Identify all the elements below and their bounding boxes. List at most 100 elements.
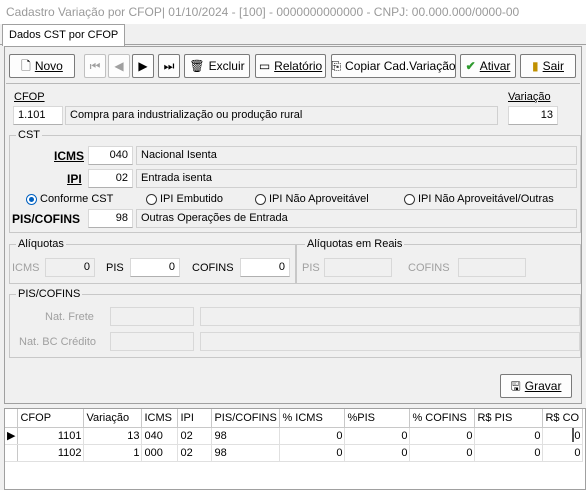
- cfop-code-field[interactable]: 1.101: [13, 106, 63, 125]
- reais-pis-label: PIS: [302, 262, 320, 274]
- radio-indicator: [404, 193, 415, 205]
- col-header-pct-icms[interactable]: % ICMS: [279, 409, 346, 428]
- novo-button[interactable]: 🗋 Novo: [9, 54, 75, 78]
- copy-icon: ⎘: [331, 59, 342, 73]
- icms-cst-field[interactable]: 040: [88, 146, 133, 165]
- cell-rs-pis[interactable]: 0: [474, 427, 544, 445]
- novo-label: Novo: [34, 59, 63, 73]
- aliq-icms-field: 0: [45, 258, 95, 277]
- last-icon: ⏭: [163, 59, 175, 73]
- nat-bc-credito-code-field: [110, 332, 194, 351]
- cell-variacao[interactable]: 1: [83, 444, 143, 462]
- piscofins-cst-field[interactable]: 98: [88, 209, 133, 228]
- cell-rs-cofins[interactable]: 0: [542, 427, 584, 445]
- cell-variacao[interactable]: 13: [83, 427, 143, 445]
- prior-icon: ◀: [114, 59, 124, 73]
- aliquotas-group-label: Alíquotas: [16, 238, 66, 250]
- col-header-piscofins[interactable]: PIS/COFINS: [211, 409, 281, 428]
- radio-indicator: [146, 193, 157, 205]
- ativar-label: Ativar: [479, 59, 511, 73]
- cell-pct-icms[interactable]: 0: [279, 427, 346, 445]
- icms-cst-description: Nacional Isenta: [136, 146, 577, 165]
- variacoes-grid[interactable]: CFOP Variação ICMS IPI PIS/COFINS % ICMS…: [4, 408, 586, 490]
- radio-ipi-embutido[interactable]: IPI Embutido: [146, 193, 223, 205]
- cell-icms[interactable]: 040: [141, 427, 179, 445]
- table-row[interactable]: 1102 1 000 02 98 0 0 0 0 0: [5, 444, 584, 462]
- cell-pct-cofins[interactable]: 0: [409, 444, 476, 462]
- cell-piscofins[interactable]: 98: [211, 444, 281, 462]
- last-record-button[interactable]: ⏭: [158, 54, 180, 78]
- toolbar-separator: [6, 83, 580, 84]
- radio-ipi-nao-aproveitavel-outras[interactable]: IPI Não Aproveitável/Outras: [404, 193, 554, 205]
- radio-ipi-nao-aproveitavel-label: IPI Não Aproveitável: [269, 193, 369, 205]
- cell-pct-cofins[interactable]: 0: [409, 427, 476, 445]
- col-header-pct-cofins[interactable]: % COFINS: [409, 409, 476, 428]
- radio-conforme-cst-label: Conforme CST: [40, 193, 114, 205]
- grid-scrollbar-thumb[interactable]: [572, 428, 574, 442]
- tab-dados-cst[interactable]: Dados CST por CFOP: [2, 24, 126, 46]
- ipi-cst-description: Entrada isenta: [136, 169, 577, 188]
- current-row-indicator-icon: ▶: [5, 427, 19, 445]
- col-header-cfop[interactable]: CFOP: [17, 409, 85, 428]
- col-header-rs-cofins[interactable]: R$ CO: [542, 409, 584, 428]
- ipi-label: IPI: [67, 172, 82, 186]
- check-icon: ✔: [465, 59, 476, 73]
- prior-record-button[interactable]: ◀: [108, 54, 130, 78]
- cst-group-label: CST: [16, 129, 42, 141]
- col-header-rs-pis[interactable]: R$ PIS: [474, 409, 544, 428]
- excluir-button[interactable]: 🗑 Excluir: [184, 54, 250, 78]
- gravar-button[interactable]: 🖫 Gravar: [500, 374, 572, 398]
- cell-cfop[interactable]: 1102: [17, 444, 85, 462]
- cell-icms[interactable]: 000: [141, 444, 179, 462]
- cell-cfop[interactable]: 1101: [17, 427, 85, 445]
- copiar-label: Copiar Cad.Variação: [345, 59, 456, 73]
- exit-door-icon: ▮: [532, 59, 539, 73]
- aliq-icms-label: ICMS: [12, 262, 40, 274]
- radio-ipi-nao-aproveitavel[interactable]: IPI Não Aproveitável: [255, 193, 369, 205]
- piscofins-cst-description: Outras Operações de Entrada: [136, 209, 577, 228]
- sair-button[interactable]: ▮ Sair: [520, 54, 576, 78]
- nat-frete-description-field: [200, 307, 580, 326]
- table-row[interactable]: ▶ 1101 13 040 02 98 0 0 0 0 0: [5, 427, 584, 445]
- cell-pct-icms[interactable]: 0: [279, 444, 346, 462]
- radio-conforme-cst[interactable]: Conforme CST: [26, 193, 113, 205]
- cell-pct-pis[interactable]: 0: [344, 427, 411, 445]
- cell-ipi[interactable]: 02: [177, 444, 213, 462]
- nat-bc-credito-description-field: [200, 332, 580, 351]
- relatorio-label: Relatório: [274, 59, 323, 73]
- aliq-cofins-label: COFINS: [192, 262, 234, 274]
- variacao-field[interactable]: 13: [508, 106, 558, 125]
- report-icon: ▭: [258, 59, 271, 73]
- ipi-cst-field[interactable]: 02: [88, 169, 133, 188]
- copiar-variacao-button[interactable]: ⎘ Copiar Cad.Variação: [331, 54, 456, 78]
- cell-ipi[interactable]: 02: [177, 427, 213, 445]
- col-header-ipi[interactable]: IPI: [177, 409, 213, 428]
- variacao-label: Variação: [508, 91, 551, 103]
- aliq-pis-field[interactable]: 0: [130, 258, 180, 277]
- col-header-pct-pis[interactable]: %PIS: [344, 409, 411, 428]
- cell-pct-pis[interactable]: 0: [344, 444, 411, 462]
- next-record-button[interactable]: ▶: [132, 54, 154, 78]
- next-icon: ▶: [138, 59, 148, 73]
- aliq-cofins-field[interactable]: 0: [240, 258, 290, 277]
- aliquotas-reais-group-label: Alíquotas em Reais: [305, 238, 405, 250]
- nat-frete-code-field: [110, 307, 194, 326]
- cfop-description-field: Compra para industrialização ou produção…: [65, 106, 498, 125]
- piscofins-label: PIS/COFINS: [12, 212, 81, 226]
- cell-rs-cofins[interactable]: 0: [542, 444, 584, 462]
- relatorio-button[interactable]: ▭ Relatório: [255, 54, 326, 78]
- cell-piscofins[interactable]: 98: [211, 427, 281, 445]
- first-record-button[interactable]: ⏮: [84, 54, 106, 78]
- ativar-button[interactable]: ✔ Ativar: [460, 54, 516, 78]
- cell-rs-pis[interactable]: 0: [474, 444, 544, 462]
- aliq-pis-label: PIS: [106, 262, 124, 274]
- icms-label: ICMS: [54, 149, 84, 163]
- radio-ipi-embutido-label: IPI Embutido: [160, 193, 223, 205]
- window-title: Cadastro Variação por CFOP| 01/10/2024 -…: [0, 0, 586, 24]
- reais-cofins-field: [458, 258, 526, 277]
- radio-selected-indicator: [26, 193, 37, 205]
- col-header-icms[interactable]: ICMS: [141, 409, 179, 428]
- reais-cofins-label: COFINS: [408, 262, 450, 274]
- cfop-label: CFOP: [14, 91, 45, 103]
- col-header-variacao[interactable]: Variação: [83, 409, 143, 428]
